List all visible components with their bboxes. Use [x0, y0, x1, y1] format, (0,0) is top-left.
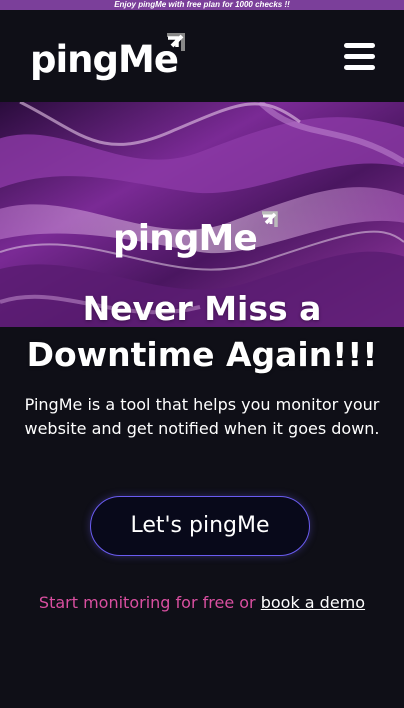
hero-logo-arrow-icon [262, 211, 278, 227]
hero-logo: pingMe [113, 210, 293, 260]
promo-text: Enjoy pingMe with free plan for 1000 che… [114, 0, 290, 9]
lets-pingme-button[interactable]: Let's pingMe [90, 496, 310, 556]
navbar: pingMe [0, 10, 404, 102]
header-logo[interactable]: pingMe [30, 32, 190, 82]
hamburger-menu-icon[interactable] [344, 43, 375, 70]
start-monitoring-text: Start monitoring for free or [38, 593, 261, 612]
logo-arrow-icon [167, 33, 185, 51]
start-monitoring-line: Start monitoring for free or book a demo [0, 591, 404, 615]
hero-logo-text: pingMe [113, 218, 258, 259]
book-demo-link[interactable]: book a demo [261, 593, 365, 612]
header-logo-text: pingMe [30, 38, 179, 81]
hero-headline: Never Miss a Downtime Again!!! [26, 289, 378, 374]
hero-description: PingMe is a tool that helps you monitor … [24, 395, 380, 438]
promo-banner: Enjoy pingMe with free plan for 1000 che… [0, 0, 404, 10]
